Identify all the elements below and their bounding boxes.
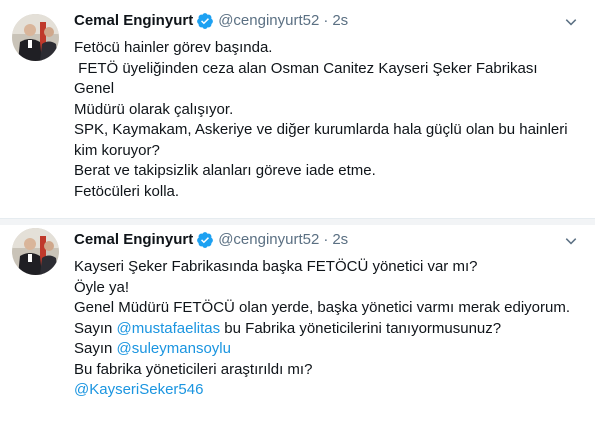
line-prefix: Sayın: [74, 319, 117, 337]
tweet-timestamp[interactable]: 2s: [332, 11, 348, 31]
tweet-line: Berat ve takipsizlik alanları göreve iad…: [74, 162, 376, 179]
more-options-icon[interactable]: [561, 231, 581, 251]
tweet-line: Fetöcü hainler görev başında.: [74, 39, 273, 56]
verified-checkmark-icon: [196, 231, 214, 249]
author-name[interactable]: Cemal Enginyurt: [74, 230, 193, 250]
line-suffix: bu Fabrika yöneticilerini tanıyormusunuz…: [220, 319, 502, 337]
tweet-line: Kayseri Şeker Fabrikasında başka FETÖCÜ …: [74, 258, 478, 275]
tweet-line: Müdürü olarak çalışıyor.: [74, 100, 234, 118]
tweet-1[interactable]: Cemal Enginyurt @cenginyurt52 · 2s Fetöc…: [0, 0, 595, 220]
tweet-2[interactable]: Cemal Enginyurt @cenginyurt52 · 2s Kayse…: [0, 220, 595, 438]
tweet-line: Fetöcüleri kolla.: [74, 182, 180, 200]
author-avatar[interactable]: [12, 228, 59, 275]
tweet-text: Kayseri Şeker Fabrikasında başka FETÖCÜ …: [74, 257, 579, 401]
tweet-header: Cemal Enginyurt @cenginyurt52 · 2s: [74, 10, 348, 32]
tweet-line: Genel Müdürü FETÖCÜ olan yerde, başka yö…: [74, 299, 571, 316]
tweet-line-with-mention: Sayın @suleymansoylu: [74, 339, 579, 360]
tweet-timestamp[interactable]: 2s: [332, 230, 348, 250]
tweet-line: Öyle ya!: [74, 278, 130, 296]
tweet-text: Fetöcü hainler görev başında. FETÖ üyeli…: [74, 38, 579, 202]
tweet-line: Bu fabrika yöneticileri araştırıldı mı?: [74, 360, 313, 378]
verified-checkmark-icon: [196, 12, 214, 30]
mention-link-kayseriseker546[interactable]: @KayseriSeker546: [74, 381, 203, 398]
separator-dot: ·: [323, 231, 329, 248]
author-handle[interactable]: @cenginyurt52: [218, 230, 319, 250]
mention-link-suleymansoylu[interactable]: @suleymansoylu: [117, 340, 231, 357]
separator-dot: ·: [323, 12, 329, 29]
line-prefix: Sayın: [74, 340, 117, 357]
author-avatar[interactable]: [12, 14, 59, 61]
tweet-line: kim koruyor?: [74, 141, 160, 159]
more-options-icon[interactable]: [561, 12, 581, 32]
mention-link-mustafaelitas[interactable]: @mustafaelitas: [117, 320, 221, 337]
tweet-line-with-mention: Sayın @mustafaelitas bu Fabrika yönetici…: [74, 319, 579, 340]
author-handle[interactable]: @cenginyurt52: [218, 11, 319, 31]
tweet-line: SPK, Kaymakam, Askeriye ve diğer kurumla…: [74, 121, 568, 138]
tweet-header: Cemal Enginyurt @cenginyurt52 · 2s: [74, 229, 348, 251]
tweet-line: FETÖ üyeliğinden ceza alan Osman Canitez…: [74, 59, 542, 98]
author-name[interactable]: Cemal Enginyurt: [74, 11, 193, 31]
